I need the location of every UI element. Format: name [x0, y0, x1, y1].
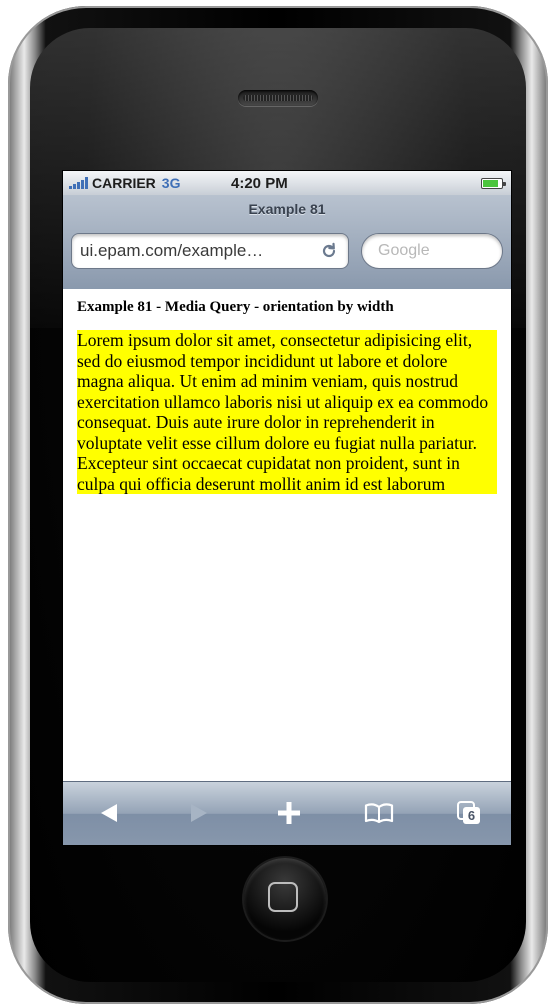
- phone-screen: CARRIER 3G 4:20 PM Example 81 ui.epam.co…: [62, 170, 512, 846]
- browser-header: Example 81 ui.epam.com/example…: [63, 195, 511, 289]
- battery-level: [483, 180, 498, 187]
- highlighted-paragraph: Lorem ipsum dolor sit amet, consectetur …: [77, 330, 497, 494]
- add-icon: [276, 800, 302, 826]
- tabs-button[interactable]: 6: [439, 782, 499, 844]
- clock: 4:20 PM: [231, 175, 288, 192]
- bookmarks-button[interactable]: [349, 782, 409, 844]
- back-button[interactable]: [79, 782, 139, 844]
- tab-count: 6: [467, 808, 476, 823]
- home-square-icon: [268, 882, 298, 912]
- forward-icon: [187, 801, 211, 825]
- reload-icon[interactable]: [318, 240, 340, 262]
- status-bar: CARRIER 3G 4:20 PM: [63, 171, 511, 195]
- add-bookmark-button[interactable]: [259, 782, 319, 844]
- signal-bars-icon: [69, 177, 88, 189]
- browser-toolbar: 6: [63, 781, 511, 845]
- forward-button[interactable]: [169, 782, 229, 844]
- page-content: Example 81 - Media Query - orientation b…: [63, 289, 511, 494]
- bookmarks-icon: [364, 802, 394, 824]
- address-bar[interactable]: ui.epam.com/example…: [71, 233, 349, 269]
- tabs-icon: 6: [456, 800, 482, 826]
- network-label: 3G: [161, 175, 181, 191]
- url-text[interactable]: ui.epam.com/example…: [80, 241, 318, 261]
- carrier-label: CARRIER: [92, 175, 156, 191]
- speaker-grille: [238, 90, 318, 106]
- content-heading: Example 81 - Media Query - orientation b…: [77, 299, 394, 315]
- search-field[interactable]: [361, 233, 503, 269]
- page-title: Example 81: [248, 201, 326, 217]
- search-input[interactable]: [376, 241, 488, 261]
- home-button[interactable]: [244, 858, 326, 940]
- battery-icon: [481, 178, 506, 189]
- back-icon: [97, 801, 121, 825]
